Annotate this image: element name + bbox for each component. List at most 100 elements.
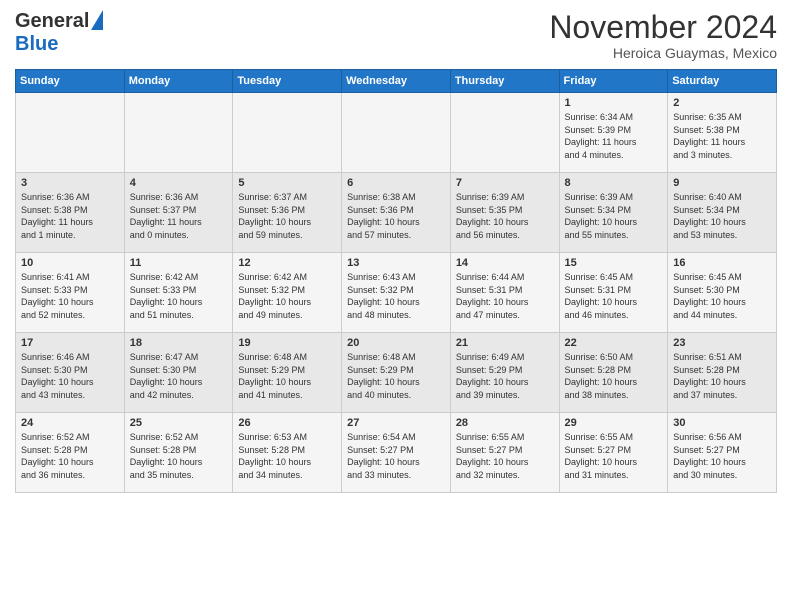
calendar-day-cell: 24Sunrise: 6:52 AM Sunset: 5:28 PM Dayli… bbox=[16, 413, 125, 493]
day-number: 7 bbox=[456, 177, 554, 189]
calendar-day-cell: 22Sunrise: 6:50 AM Sunset: 5:28 PM Dayli… bbox=[559, 333, 668, 413]
calendar-day-cell: 7 Sunrise: 6:39 AM Sunset: 5:35 PM Daylig… bbox=[450, 173, 559, 253]
calendar-week-row: 17 Sunrise: 6:46 AM Sunset: 5:30 PM Dayli… bbox=[16, 333, 777, 413]
day-info: Sunrise: 6:48 AM Sunset: 5:29 PM Dayligh… bbox=[347, 351, 445, 401]
day-info: Sunrise: 6:46 AM Sunset: 5:30 PM Dayligh… bbox=[21, 351, 119, 401]
day-number: 24 bbox=[21, 417, 119, 429]
day-info: Sunrise: 6:34 AM Sunset: 5:39 PM Dayligh… bbox=[565, 111, 663, 161]
calendar-day-cell: 25 Sunrise: 6:52 AM Sunset: 5:28 PM Dayli… bbox=[124, 413, 233, 493]
calendar-week-row: 3 Sunrise: 6:36 AM Sunset: 5:38 PM Daylig… bbox=[16, 173, 777, 253]
day-number: 22 bbox=[565, 337, 663, 349]
day-of-week-header: Friday bbox=[559, 70, 668, 93]
day-info: Sunrise: 6:36 AM Sunset: 5:38 PM Dayligh… bbox=[21, 191, 119, 241]
day-info: Sunrise: 6:37 AM Sunset: 5:36 PM Dayligh… bbox=[238, 191, 336, 241]
day-info: Sunrise: 6:52 AM Sunset: 5:28 PM Dayligh… bbox=[130, 431, 228, 481]
day-number: 12 bbox=[238, 257, 336, 269]
day-info: Sunrise: 6:53 AM Sunset: 5:28 PM Dayligh… bbox=[238, 431, 336, 481]
calendar-day-cell bbox=[124, 93, 233, 173]
day-number: 15 bbox=[565, 257, 663, 269]
day-number: 25 bbox=[130, 417, 228, 429]
logo-general-text: General bbox=[15, 10, 89, 33]
day-number: 30 bbox=[673, 417, 771, 429]
calendar-day-cell bbox=[450, 93, 559, 173]
calendar-day-cell: 6Sunrise: 6:38 AM Sunset: 5:36 PM Daylig… bbox=[342, 173, 451, 253]
day-info: Sunrise: 6:39 AM Sunset: 5:35 PM Dayligh… bbox=[456, 191, 554, 241]
calendar-week-row: 10 Sunrise: 6:41 AM Sunset: 5:33 PM Dayli… bbox=[16, 253, 777, 333]
day-info: Sunrise: 6:43 AM Sunset: 5:32 PM Dayligh… bbox=[347, 271, 445, 321]
day-number: 26 bbox=[238, 417, 336, 429]
day-number: 9 bbox=[673, 177, 771, 189]
calendar-day-cell: 3 Sunrise: 6:36 AM Sunset: 5:38 PM Daylig… bbox=[16, 173, 125, 253]
day-info: Sunrise: 6:41 AM Sunset: 5:33 PM Dayligh… bbox=[21, 271, 119, 321]
location-title: Heroica Guaymas, Mexico bbox=[549, 45, 777, 61]
day-info: Sunrise: 6:45 AM Sunset: 5:30 PM Dayligh… bbox=[673, 271, 771, 321]
logo: General Blue bbox=[15, 10, 103, 56]
calendar-day-cell bbox=[342, 93, 451, 173]
calendar-day-cell: 21Sunrise: 6:49 AM Sunset: 5:29 PM Dayli… bbox=[450, 333, 559, 413]
day-number: 18 bbox=[130, 337, 228, 349]
day-info: Sunrise: 6:56 AM Sunset: 5:27 PM Dayligh… bbox=[673, 431, 771, 481]
calendar-day-cell: 4 Sunrise: 6:36 AM Sunset: 5:37 PM Daylig… bbox=[124, 173, 233, 253]
calendar-day-cell bbox=[233, 93, 342, 173]
title-block: November 2024 Heroica Guaymas, Mexico bbox=[549, 10, 777, 61]
calendar-day-cell: 19Sunrise: 6:48 AM Sunset: 5:29 PM Dayli… bbox=[233, 333, 342, 413]
day-info: Sunrise: 6:39 AM Sunset: 5:34 PM Dayligh… bbox=[565, 191, 663, 241]
day-number: 21 bbox=[456, 337, 554, 349]
calendar-day-cell: 1 Sunrise: 6:34 AM Sunset: 5:39 PM Daylig… bbox=[559, 93, 668, 173]
day-of-week-header: Tuesday bbox=[233, 70, 342, 93]
calendar-day-cell: 10 Sunrise: 6:41 AM Sunset: 5:33 PM Dayli… bbox=[16, 253, 125, 333]
day-info: Sunrise: 6:47 AM Sunset: 5:30 PM Dayligh… bbox=[130, 351, 228, 401]
day-number: 8 bbox=[565, 177, 663, 189]
calendar-day-cell: 17 Sunrise: 6:46 AM Sunset: 5:30 PM Dayli… bbox=[16, 333, 125, 413]
day-info: Sunrise: 6:36 AM Sunset: 5:37 PM Dayligh… bbox=[130, 191, 228, 241]
day-of-week-header: Monday bbox=[124, 70, 233, 93]
calendar-day-cell: 28Sunrise: 6:55 AM Sunset: 5:27 PM Dayli… bbox=[450, 413, 559, 493]
calendar-table: SundayMondayTuesdayWednesdayThursdayFrid… bbox=[15, 69, 777, 493]
day-number: 10 bbox=[21, 257, 119, 269]
day-number: 3 bbox=[21, 177, 119, 189]
calendar-day-cell: 9 Sunrise: 6:40 AM Sunset: 5:34 PM Daylig… bbox=[668, 173, 777, 253]
calendar-header-row: SundayMondayTuesdayWednesdayThursdayFrid… bbox=[16, 70, 777, 93]
day-info: Sunrise: 6:42 AM Sunset: 5:32 PM Dayligh… bbox=[238, 271, 336, 321]
day-number: 11 bbox=[130, 257, 228, 269]
day-of-week-header: Saturday bbox=[668, 70, 777, 93]
day-info: Sunrise: 6:48 AM Sunset: 5:29 PM Dayligh… bbox=[238, 351, 336, 401]
day-info: Sunrise: 6:44 AM Sunset: 5:31 PM Dayligh… bbox=[456, 271, 554, 321]
calendar-day-cell: 14 Sunrise: 6:44 AM Sunset: 5:31 PM Dayli… bbox=[450, 253, 559, 333]
day-of-week-header: Wednesday bbox=[342, 70, 451, 93]
calendar-day-cell: 27 Sunrise: 6:54 AM Sunset: 5:27 PM Dayli… bbox=[342, 413, 451, 493]
day-number: 23 bbox=[673, 337, 771, 349]
calendar-day-cell: 20 Sunrise: 6:48 AM Sunset: 5:29 PM Dayli… bbox=[342, 333, 451, 413]
calendar-day-cell: 18 Sunrise: 6:47 AM Sunset: 5:30 PM Dayli… bbox=[124, 333, 233, 413]
day-info: Sunrise: 6:35 AM Sunset: 5:38 PM Dayligh… bbox=[673, 111, 771, 161]
header: General Blue November 2024 Heroica Guaym… bbox=[15, 10, 777, 61]
day-info: Sunrise: 6:55 AM Sunset: 5:27 PM Dayligh… bbox=[565, 431, 663, 481]
calendar-day-cell: 12 Sunrise: 6:42 AM Sunset: 5:32 PM Dayli… bbox=[233, 253, 342, 333]
calendar-day-cell: 29 Sunrise: 6:55 AM Sunset: 5:27 PM Dayli… bbox=[559, 413, 668, 493]
day-number: 20 bbox=[347, 337, 445, 349]
logo-blue-text: Blue bbox=[15, 33, 58, 56]
calendar-day-cell: 11Sunrise: 6:42 AM Sunset: 5:33 PM Dayli… bbox=[124, 253, 233, 333]
day-number: 14 bbox=[456, 257, 554, 269]
day-of-week-header: Sunday bbox=[16, 70, 125, 93]
logo-triangle-icon bbox=[91, 10, 103, 30]
day-number: 1 bbox=[565, 97, 663, 109]
calendar-day-cell: 15 Sunrise: 6:45 AM Sunset: 5:31 PM Dayli… bbox=[559, 253, 668, 333]
day-number: 16 bbox=[673, 257, 771, 269]
day-info: Sunrise: 6:51 AM Sunset: 5:28 PM Dayligh… bbox=[673, 351, 771, 401]
day-number: 4 bbox=[130, 177, 228, 189]
day-info: Sunrise: 6:40 AM Sunset: 5:34 PM Dayligh… bbox=[673, 191, 771, 241]
day-info: Sunrise: 6:45 AM Sunset: 5:31 PM Dayligh… bbox=[565, 271, 663, 321]
calendar-day-cell: 16 Sunrise: 6:45 AM Sunset: 5:30 PM Dayli… bbox=[668, 253, 777, 333]
day-number: 13 bbox=[347, 257, 445, 269]
day-number: 29 bbox=[565, 417, 663, 429]
day-number: 17 bbox=[21, 337, 119, 349]
day-info: Sunrise: 6:38 AM Sunset: 5:36 PM Dayligh… bbox=[347, 191, 445, 241]
day-info: Sunrise: 6:55 AM Sunset: 5:27 PM Dayligh… bbox=[456, 431, 554, 481]
page: General Blue November 2024 Heroica Guaym… bbox=[0, 0, 792, 508]
calendar-week-row: 24 Sunrise: 6:52 AM Sunset: 5:28 PM Dayli… bbox=[16, 413, 777, 493]
calendar-day-cell: 8 Sunrise: 6:39 AM Sunset: 5:34 PM Daylig… bbox=[559, 173, 668, 253]
day-info: Sunrise: 6:54 AM Sunset: 5:27 PM Dayligh… bbox=[347, 431, 445, 481]
day-number: 27 bbox=[347, 417, 445, 429]
day-number: 2 bbox=[673, 97, 771, 109]
